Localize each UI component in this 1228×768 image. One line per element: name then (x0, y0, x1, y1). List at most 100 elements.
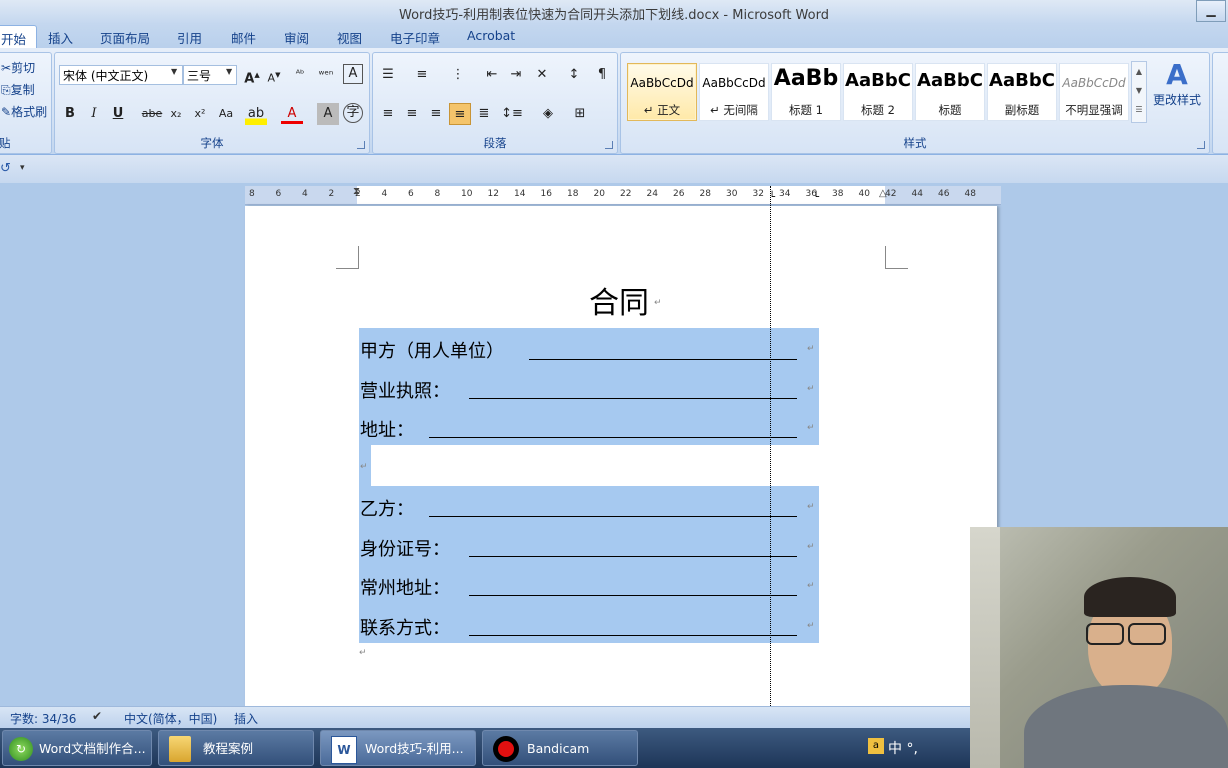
taskbar-item[interactable]: Bandicam (482, 730, 638, 766)
ruler-tick-label: 44 (911, 189, 923, 199)
change-styles-button[interactable]: A 更改样式 (1149, 59, 1205, 108)
document-page[interactable]: 合同 ↵ 甲方（用人单位） ↵ 营业执照： ↵ 地址： ↵ ↵ 乙方： ↵ 身份… (245, 186, 997, 710)
underline-icon[interactable]: U (107, 103, 129, 125)
ruler-tick-label: 6 (275, 189, 282, 199)
tab-page-layout[interactable]: 页面布局 (100, 28, 150, 47)
style-name: ↵ 正文 (643, 103, 681, 117)
underline-field (529, 358, 797, 360)
taskbar-item[interactable]: ↻ Word文档制作合... (2, 730, 152, 766)
tab-e-seal[interactable]: 电子印章 (390, 28, 440, 47)
styles-dialog-launcher-icon[interactable] (1197, 141, 1205, 149)
paragraph-mark-icon: ↵ (360, 462, 368, 472)
phonetic-guide-icon[interactable]: ʷᵉⁿ (315, 64, 337, 86)
format-painter-button[interactable]: ✎格式刷 (1, 103, 47, 120)
show-marks-icon[interactable]: ¶ (591, 64, 613, 86)
ime-status[interactable]: 中 °, (888, 738, 918, 758)
ruler-tick-label: 20 (593, 189, 605, 199)
superscript-icon[interactable]: x² (189, 103, 211, 125)
shading-icon[interactable]: ◈ (537, 103, 559, 125)
decrease-indent-icon[interactable]: ⇤ (481, 64, 503, 86)
underline-field (429, 515, 797, 517)
style-subtle-emphasis[interactable]: AaBbCcDd 不明显强调 (1059, 63, 1129, 121)
party-b-label: 乙方： (360, 499, 414, 520)
font-color-icon[interactable]: A (281, 103, 303, 124)
customize-qat-icon[interactable]: ▾ (20, 163, 25, 173)
strikethrough-icon[interactable]: abe (141, 103, 163, 125)
style-name: 标题 1 (789, 103, 823, 117)
tab-acrobat[interactable]: Acrobat (467, 28, 515, 43)
numbering-icon[interactable]: ≡ (411, 64, 433, 86)
style-name: 标题 2 (861, 103, 895, 117)
style-normal[interactable]: AaBbCcDd ↵ 正文 (627, 63, 697, 121)
tab-references[interactable]: 引用 (177, 28, 202, 47)
styles-scroll[interactable]: ▲ ▼ ☰ (1131, 61, 1147, 123)
brush-icon: ✎ (1, 105, 12, 119)
multilevel-list-icon[interactable]: ⋮ (447, 64, 469, 86)
horizontal-ruler[interactable]: 8 6 4 2 2 4 6 8 10 12 14 16 18 20 22 24 26 28 30 32 34 36 38 40… (245, 186, 1001, 205)
style-name: 副标题 (1004, 103, 1040, 117)
font-name-dropdown[interactable]: 宋体 (中文正文) (59, 65, 183, 85)
tab-view[interactable]: 视图 (337, 28, 362, 47)
word-count[interactable]: 字数: 34/36 (10, 710, 76, 727)
highlight-icon[interactable]: ab (245, 103, 267, 125)
style-preview: AaBbCcDd (630, 76, 694, 90)
right-indent-icon[interactable]: △ (879, 188, 887, 199)
bullets-icon[interactable]: ☰ (377, 64, 399, 86)
copy-icon: ⎘ (1, 83, 11, 97)
style-name: 不明显强调 (1065, 103, 1123, 117)
char-border-icon[interactable]: A (343, 64, 363, 84)
indent-marker-icon[interactable]: ⧗ (353, 186, 360, 197)
grow-font-icon[interactable]: A▲ (241, 64, 263, 86)
ruler-tick-label: 30 (726, 189, 738, 199)
cut-button[interactable]: ✂剪切 (1, 59, 35, 76)
style-heading-2[interactable]: AaBbC 标题 2 (843, 63, 913, 121)
paragraph-dialog-launcher-icon[interactable] (605, 141, 613, 149)
input-method-icon[interactable]: a (868, 738, 884, 754)
sort-icon[interactable]: ↕ (563, 64, 585, 86)
align-center-icon[interactable]: ≡ (401, 103, 423, 125)
tab-mailings[interactable]: 邮件 (231, 28, 256, 47)
align-left-icon[interactable]: ≡ (377, 103, 399, 125)
webcam-hair (1084, 577, 1176, 617)
minimize-button[interactable]: ▁ (1196, 0, 1226, 22)
tab-review[interactable]: 审阅 (284, 28, 309, 47)
style-title[interactable]: AaBbC 标题 (915, 63, 985, 121)
styles-group-label: 样式 (903, 136, 927, 150)
paragraph-mark-icon: ↵ (359, 648, 367, 658)
italic-icon[interactable]: I (83, 103, 105, 125)
scissors-icon: ✂ (1, 61, 12, 75)
style-name: ↵ 无间隔 (710, 103, 758, 117)
style-heading-1[interactable]: AaBb 标题 1 (771, 63, 841, 121)
increase-indent-icon[interactable]: ⇥ (505, 64, 527, 86)
line-spacing-icon[interactable]: ↕≡ (501, 103, 523, 125)
chevron-down-icon: ▼ (226, 67, 233, 76)
copy-button[interactable]: ⎘复制 (1, 81, 35, 98)
style-subtitle[interactable]: AaBbC 副标题 (987, 63, 1057, 121)
styles-group: AaBbCcDd ↵ 正文 AaBbCcDd ↵ 无间隔 AaBb 标题 1 AaBb… (620, 52, 1210, 154)
enclose-char-icon[interactable]: 字 (343, 103, 363, 123)
align-right-icon[interactable]: ≡ (425, 103, 447, 125)
ruler-tick-label: 24 (646, 189, 658, 199)
bold-icon[interactable]: B (59, 103, 81, 125)
clear-format-icon[interactable]: ᴬᵇ (289, 64, 311, 86)
shrink-font-icon[interactable]: A▼ (263, 64, 285, 86)
language-indicator[interactable]: 中文(简体，中国) (124, 710, 217, 727)
char-shading-icon[interactable]: A (317, 103, 339, 125)
font-dialog-launcher-icon[interactable] (357, 141, 365, 149)
change-case-icon[interactable]: Aa (215, 103, 237, 125)
taskbar-item[interactable]: 教程案例 (158, 730, 314, 766)
spell-check-icon[interactable]: ✔ (92, 709, 102, 723)
word-icon: W (331, 736, 357, 764)
tab-insert[interactable]: 插入 (48, 28, 73, 47)
insert-mode-indicator[interactable]: 插入 (234, 710, 258, 727)
taskbar-item-label: Bandicam (527, 741, 590, 756)
style-no-spacing[interactable]: AaBbCcDd ↵ 无间隔 (699, 63, 769, 121)
borders-icon[interactable]: ⊞ (569, 103, 591, 125)
subscript-icon[interactable]: x₂ (165, 103, 187, 125)
asian-layout-icon[interactable]: ✕ (531, 64, 553, 86)
tab-stop-icon[interactable]: └ (813, 192, 819, 203)
distribute-icon[interactable]: ≣ (473, 103, 495, 125)
justify-icon[interactable]: ≡ (449, 103, 471, 125)
taskbar-item-active[interactable]: W Word技巧-利用... (320, 730, 476, 766)
undo-icon[interactable]: ↺ (0, 161, 11, 176)
